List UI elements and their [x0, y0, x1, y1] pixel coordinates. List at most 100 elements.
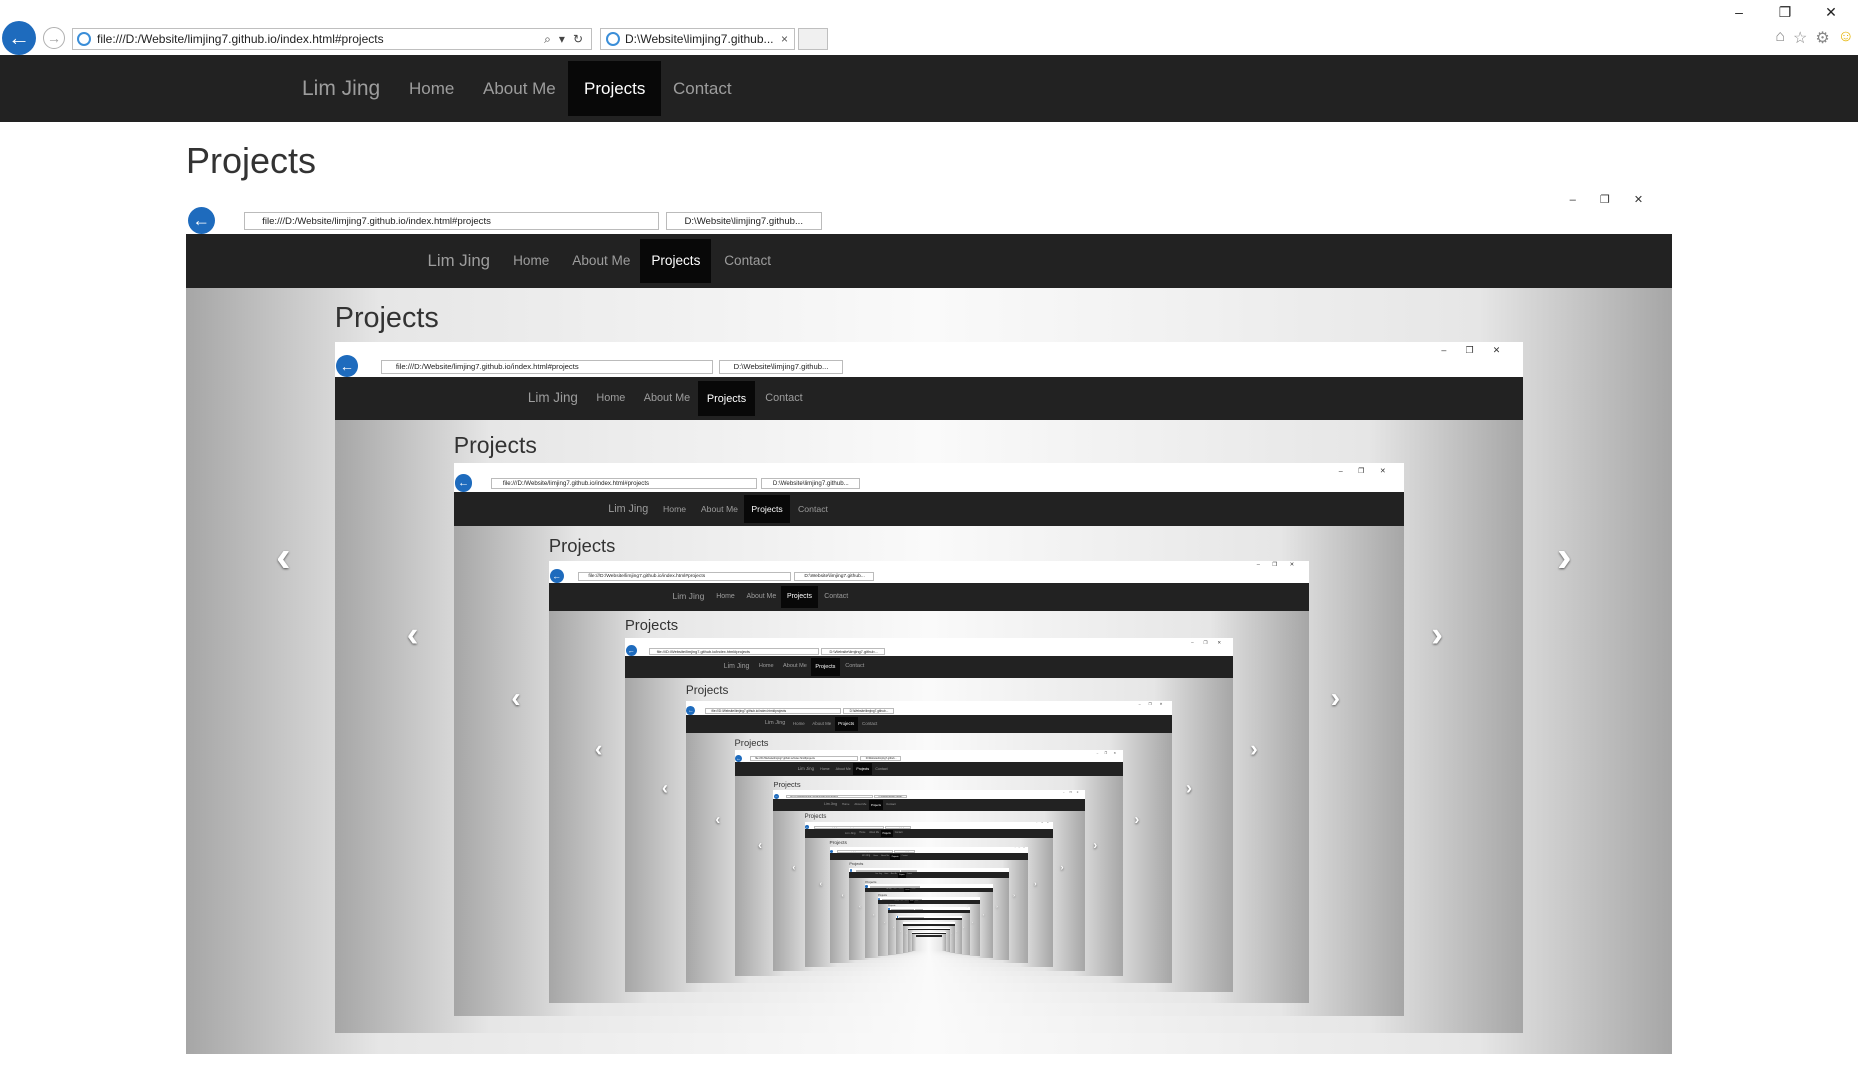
page-title: Projects: [186, 140, 317, 181]
back-button[interactable]: ←: [2, 21, 36, 55]
screenshot-page-title: Projects: [453, 431, 537, 458]
screenshot-navbar: [888, 909, 970, 913]
screenshot-nav-item: About Me: [869, 832, 879, 835]
brand-link[interactable]: Lim Jing: [302, 55, 380, 122]
nav-about-me[interactable]: About Me: [483, 55, 556, 122]
tunnel-vanishing-point: [915, 935, 943, 938]
screenshot-page-title: Projects: [829, 840, 847, 846]
screenshot-tab: D:\Website\limjing7.github...: [794, 572, 875, 582]
screenshot-nav-item: Contact: [861, 721, 878, 726]
screenshot-nav-active: Projects: [890, 853, 900, 860]
screenshot-brand: Lim Jing: [824, 802, 838, 807]
tab-close-icon[interactable]: ×: [781, 32, 788, 46]
carousel-prev-arrow: ‹: [893, 926, 895, 930]
screenshot-address: file:///D:/Website/limjing7.github.io/in…: [243, 212, 660, 230]
carousel-prev-arrow: ‹: [900, 930, 902, 933]
screenshot-nav-active: Projects: [640, 238, 712, 283]
minimize-button[interactable]: –: [1716, 4, 1762, 21]
carousel-next-arrow: ›: [1431, 615, 1443, 655]
nav-home[interactable]: Home: [409, 55, 454, 122]
screenshot-window-controls: –❐✕: [1036, 822, 1053, 825]
nav-projects[interactable]: Projects: [568, 61, 662, 116]
carousel-next-arrow: ›: [951, 934, 952, 936]
screenshot-navbar: [849, 872, 1009, 879]
screenshot-nav-active: Projects: [909, 900, 915, 904]
screenshot-navbar: [865, 887, 993, 893]
tab-title: D:\Website\limjing7.github...: [625, 32, 774, 46]
carousel-prev-arrow: ‹: [906, 934, 907, 936]
screenshot-nav-item: Contact: [901, 855, 908, 858]
screenshot-nav-item: Contact: [765, 392, 803, 405]
home-icon[interactable]: ⌂: [1775, 28, 1785, 48]
screenshot-nav-item: Home: [873, 855, 879, 858]
refresh-icon[interactable]: ↻: [573, 32, 583, 47]
carousel-next-arrow: ›: [1093, 839, 1098, 852]
screenshot-nav-item: Home: [820, 766, 830, 771]
screenshot-brand: Lim Jing: [797, 765, 815, 771]
screenshot-nav-item: About Me: [881, 855, 889, 858]
screenshot-nav-item: Home: [841, 802, 850, 807]
screenshot-brand: Lim Jing: [527, 390, 578, 406]
carousel-prev-arrow: ‹: [819, 879, 823, 889]
carousel-prev-arrow: ‹: [594, 735, 603, 761]
screenshot-nav-item: About Me: [643, 392, 691, 405]
dropdown-icon[interactable]: ▾: [559, 32, 565, 47]
screenshot-address: file:///D:/Website/limjing7.github.io/in…: [578, 572, 792, 582]
smiley-icon[interactable]: ☺: [1838, 28, 1854, 48]
screenshot-window-controls: –❐✕: [1063, 791, 1084, 794]
star-icon[interactable]: ☆: [1793, 28, 1807, 48]
nav-contact[interactable]: Contact: [673, 55, 732, 122]
screenshot-nav-item: Home: [893, 888, 897, 890]
screenshot-nav-item: About Me: [572, 252, 631, 268]
screenshot-window-controls: –❐✕: [997, 868, 1009, 870]
screenshot-navbar: [734, 761, 1124, 776]
screenshot-navbar: [908, 928, 950, 931]
new-tab-button[interactable]: [798, 28, 828, 50]
screenshot-nav-item: About Me: [890, 874, 897, 876]
screenshot-brand: Lim Jing: [427, 250, 491, 270]
screenshot-navbar: [548, 583, 1310, 611]
browser-toolbar-icons: ⌂ ☆ ⚙ ☺: [1775, 28, 1854, 48]
screenshot-navbar: [829, 853, 1029, 861]
back-arrow-icon: ←: [8, 25, 30, 50]
screenshot-page-title: Projects: [773, 779, 801, 789]
carousel-prev-arrow: ‹: [873, 913, 875, 918]
forward-button[interactable]: →: [43, 27, 65, 49]
screenshot-nav-item: About Me: [746, 593, 777, 601]
screenshot-nav-item: Contact: [911, 888, 916, 890]
carousel-next-arrow: ›: [1013, 893, 1016, 900]
carousel-next-arrow: ›: [1060, 861, 1064, 872]
close-window-button[interactable]: ✕: [1808, 4, 1854, 21]
address-bar[interactable]: file:///D:/Website/limjing7.github.io/in…: [72, 28, 592, 50]
screenshot-nav-active: Projects: [853, 763, 873, 775]
search-icon[interactable]: ⌕: [544, 32, 551, 47]
site-navbar: Lim Jing Home About Me Projects Contact: [0, 55, 1858, 122]
browser-chrome: ← → file:///D:/Website/limjing7.github.i…: [0, 0, 1858, 55]
screenshot-brand: Lim Jing: [672, 591, 705, 602]
screenshot-page-title: Projects: [624, 617, 679, 634]
screenshot-window-controls: –❐✕: [1441, 344, 1520, 355]
screenshot-navbar: [878, 899, 980, 904]
screenshot-nav-item: About Me: [854, 802, 867, 807]
screenshot-navbar: [624, 656, 1233, 679]
gear-icon[interactable]: ⚙: [1815, 28, 1829, 48]
carousel-next-arrow[interactable]: ›: [1557, 532, 1572, 582]
restore-button[interactable]: ❐: [1762, 4, 1808, 21]
browser-tab[interactable]: D:\Website\limjing7.github... ×: [600, 28, 795, 50]
screenshot-brand: Lim Jing: [764, 720, 786, 726]
screenshot-brand: Lim Jing: [875, 873, 882, 876]
carousel-prev-arrow[interactable]: ‹: [276, 532, 291, 582]
screenshot-tab: D:\Website\limjing7.github...: [665, 212, 822, 230]
screenshot-nav-item: About Me: [783, 663, 807, 670]
screenshot-page-title: Projects: [685, 684, 729, 698]
screenshot-nav-active: Projects: [904, 888, 911, 892]
screenshot-nav-item: Contact: [886, 802, 896, 807]
window-controls: – ❐ ✕: [1716, 4, 1854, 21]
screenshot-brand: Lim Jing: [845, 831, 856, 836]
screenshot-page-title: Projects: [849, 862, 864, 867]
screenshot-address: file:///D:/Website/limjing7.github.io/in…: [648, 647, 819, 655]
screenshot-nav-item: Home: [513, 252, 550, 268]
screenshot-navbar: [453, 491, 1405, 526]
screenshot-address: file:///D:/Website/limjing7.github.io/in…: [704, 707, 841, 714]
screenshot-nav-active: Projects: [744, 494, 790, 523]
